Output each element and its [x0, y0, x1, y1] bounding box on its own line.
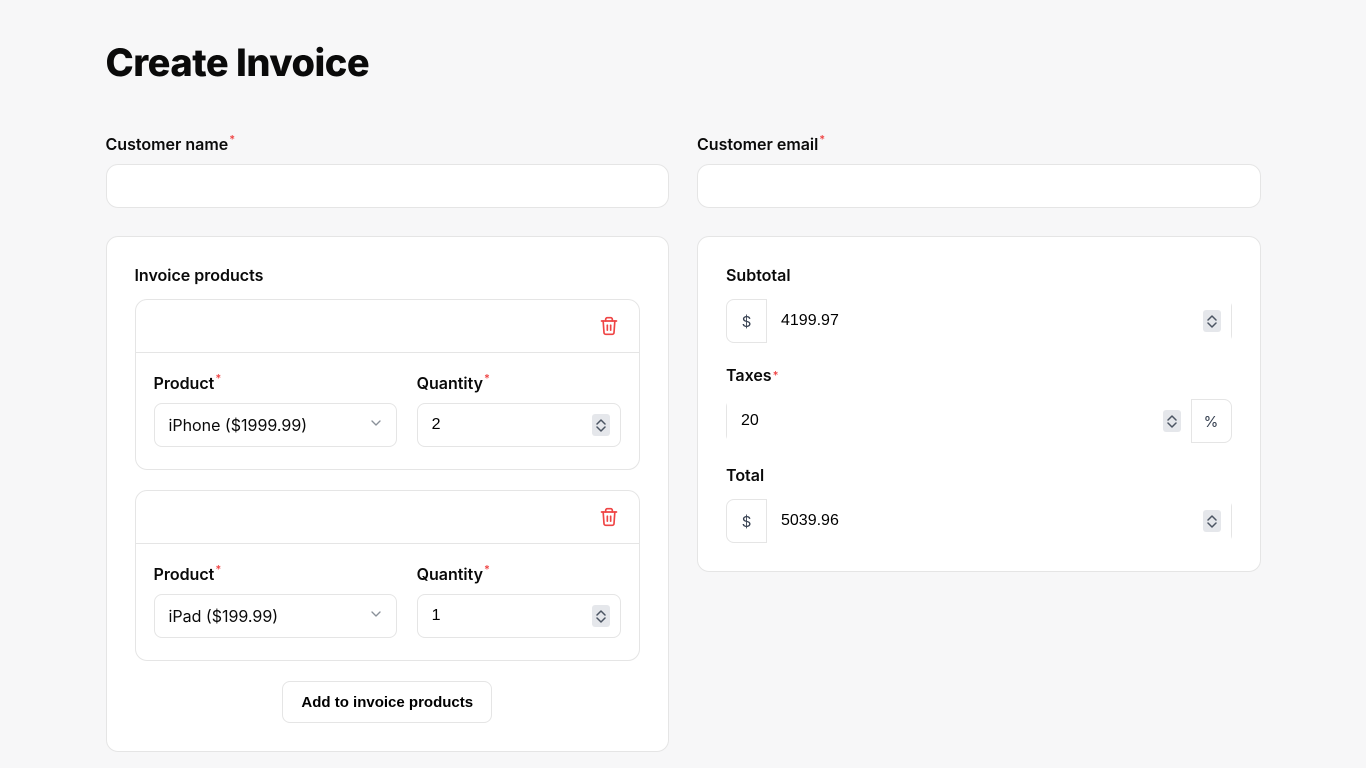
product-select-value: iPad ($199.99)	[169, 606, 279, 626]
stepper-icon	[1203, 510, 1221, 532]
total-field: $	[726, 499, 1232, 543]
quantity-input[interactable]	[432, 607, 580, 625]
quantity-stepper[interactable]	[417, 403, 621, 447]
product-select-value: iPhone ($1999.99)	[169, 415, 308, 435]
customer-name-input[interactable]	[106, 164, 670, 208]
product-label: Product*	[154, 373, 397, 393]
chevron-down-icon	[368, 415, 384, 435]
product-label: Product*	[154, 564, 397, 584]
taxes-label: Taxes*	[726, 365, 1232, 385]
total-input	[781, 512, 1191, 530]
subtotal-input	[781, 312, 1191, 330]
customer-email-input[interactable]	[697, 164, 1261, 208]
delete-product-button[interactable]	[597, 505, 621, 529]
invoice-product-item: Product* iPhone ($1999.99) Qu	[135, 299, 641, 470]
quantity-label: Quantity*	[417, 564, 621, 584]
stepper-icon[interactable]	[1163, 410, 1181, 432]
quantity-label: Quantity*	[417, 373, 621, 393]
subtotal-field: $	[726, 299, 1232, 343]
currency-symbol: $	[727, 500, 767, 542]
required-star-icon: *	[819, 132, 825, 146]
stepper-icon[interactable]	[592, 605, 610, 627]
trash-icon	[599, 316, 619, 336]
required-star-icon: *	[215, 371, 221, 391]
stepper-icon	[1203, 310, 1221, 332]
required-star-icon: *	[229, 132, 235, 146]
quantity-input[interactable]	[432, 416, 580, 434]
summary-card: Subtotal $ Taxes*	[697, 236, 1261, 572]
currency-symbol: $	[727, 300, 767, 342]
page-title: Create Invoice	[106, 40, 1261, 86]
total-label: Total	[726, 465, 1232, 485]
customer-name-label: Customer name*	[106, 134, 670, 154]
taxes-input[interactable]	[741, 412, 1151, 430]
delete-product-button[interactable]	[597, 314, 621, 338]
required-star-icon: *	[484, 371, 490, 391]
add-product-button[interactable]: Add to invoice products	[282, 681, 492, 723]
required-star-icon: *	[484, 562, 490, 582]
percent-symbol: %	[1191, 400, 1231, 442]
invoice-products-heading: Invoice products	[135, 265, 641, 285]
subtotal-label: Subtotal	[726, 265, 1232, 285]
invoice-products-card: Invoice products Product*	[106, 236, 670, 752]
taxes-field[interactable]: %	[726, 399, 1232, 443]
invoice-product-item: Product* iPad ($199.99) Quant	[135, 490, 641, 661]
customer-email-label: Customer email*	[697, 134, 1261, 154]
quantity-stepper[interactable]	[417, 594, 621, 638]
required-star-icon: *	[773, 368, 779, 382]
required-star-icon: *	[215, 562, 221, 582]
product-select[interactable]: iPhone ($1999.99)	[154, 403, 397, 447]
chevron-down-icon	[368, 606, 384, 626]
stepper-icon[interactable]	[592, 414, 610, 436]
product-select[interactable]: iPad ($199.99)	[154, 594, 397, 638]
trash-icon	[599, 507, 619, 527]
